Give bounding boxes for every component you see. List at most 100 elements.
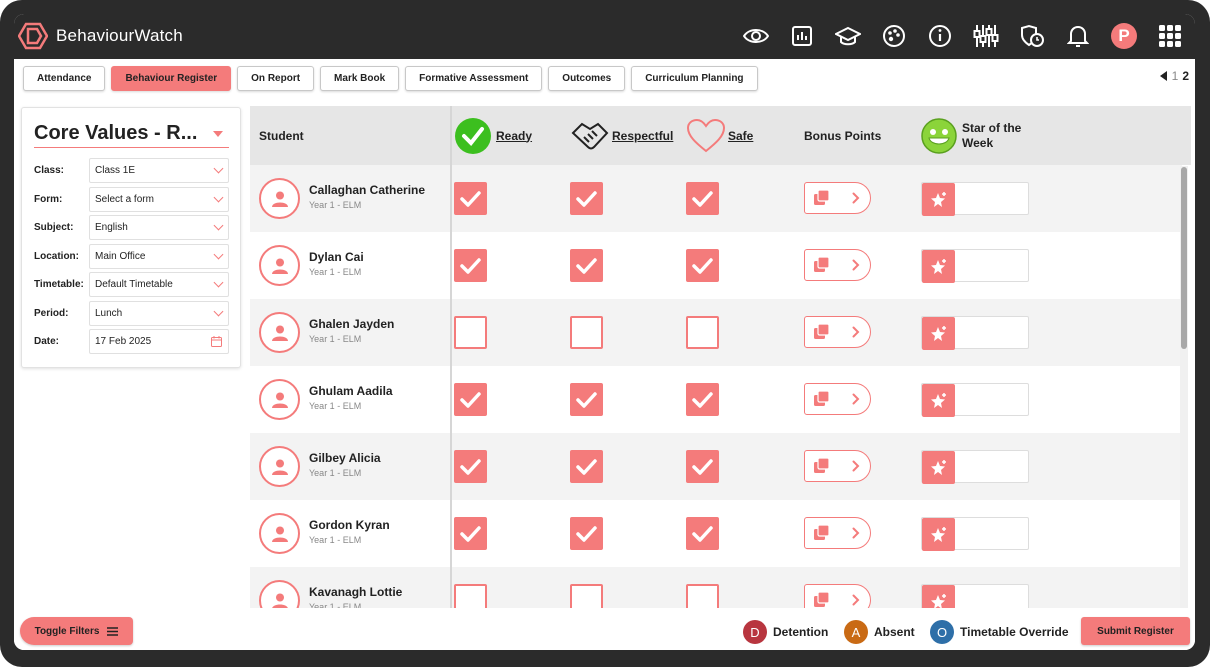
- safe-checkbox[interactable]: [686, 249, 719, 282]
- student-avatar[interactable]: [259, 513, 300, 554]
- date-select[interactable]: 17 Feb 2025: [89, 329, 229, 354]
- eye-icon[interactable]: [741, 20, 771, 52]
- tab-attendance[interactable]: Attendance: [23, 66, 106, 91]
- star-of-the-week-field[interactable]: [921, 450, 1029, 484]
- respectful-checkbox[interactable]: [570, 182, 603, 215]
- header-ready[interactable]: Ready: [454, 106, 532, 165]
- clock-shield-icon[interactable]: [1017, 20, 1047, 52]
- legend-absent: A Absent: [844, 620, 915, 644]
- bonus-points-button[interactable]: [804, 584, 871, 608]
- person-icon: [271, 325, 288, 341]
- safe-checkbox[interactable]: [686, 316, 719, 349]
- tab-curriculum-planning[interactable]: Curriculum Planning: [631, 66, 758, 91]
- info-icon[interactable]: [925, 20, 955, 52]
- star-of-the-week-field[interactable]: [921, 584, 1029, 608]
- respectful-checkbox[interactable]: [570, 517, 603, 550]
- ready-checkbox[interactable]: [454, 450, 487, 483]
- student-name[interactable]: Ghalen Jayden: [309, 317, 394, 331]
- bonus-points-button[interactable]: [804, 517, 871, 549]
- star-of-the-week-field[interactable]: [921, 316, 1029, 350]
- class-select[interactable]: Class 1E: [89, 158, 229, 183]
- header-safe[interactable]: Safe: [686, 106, 753, 165]
- star-of-the-week-button[interactable]: [922, 317, 955, 350]
- register-title: Core Values - R...: [34, 122, 198, 144]
- star-of-the-week-field[interactable]: [921, 383, 1029, 417]
- brand[interactable]: BehaviourWatch: [18, 22, 183, 50]
- sliders-icon[interactable]: [971, 20, 1001, 52]
- profile-avatar[interactable]: P: [1109, 20, 1139, 52]
- safe-checkbox[interactable]: [686, 517, 719, 550]
- respectful-checkbox[interactable]: [570, 584, 603, 608]
- scrollbar-thumb[interactable]: [1181, 167, 1187, 349]
- ready-checkbox[interactable]: [454, 182, 487, 215]
- app-grid-icon[interactable]: [1155, 20, 1185, 52]
- report-icon[interactable]: [787, 20, 817, 52]
- timetable-select[interactable]: Default Timetable: [89, 272, 229, 297]
- safe-checkbox[interactable]: [686, 584, 719, 608]
- bonus-points-button[interactable]: [804, 249, 871, 281]
- bonus-points-button[interactable]: [804, 316, 871, 348]
- student-avatar[interactable]: [259, 312, 300, 353]
- legend-badge: D: [743, 620, 767, 644]
- bonus-points-button[interactable]: [804, 383, 871, 415]
- ready-checkbox[interactable]: [454, 584, 487, 608]
- ready-checkbox[interactable]: [454, 517, 487, 550]
- form-select[interactable]: Select a form: [89, 186, 229, 212]
- star-of-the-week-button[interactable]: [922, 384, 955, 417]
- tab-outcomes[interactable]: Outcomes: [548, 66, 626, 91]
- student-name[interactable]: Kavanagh Lottie: [309, 585, 402, 599]
- respectful-checkbox[interactable]: [570, 450, 603, 483]
- star-of-the-week-button[interactable]: [922, 585, 955, 608]
- bonus-points-button[interactable]: [804, 182, 871, 214]
- tab-on-report[interactable]: On Report: [237, 66, 315, 91]
- safe-checkbox[interactable]: [686, 383, 719, 416]
- student-avatar[interactable]: [259, 379, 300, 420]
- star-of-the-week-field[interactable]: [921, 249, 1029, 283]
- student-name[interactable]: Gilbey Alicia: [309, 451, 381, 465]
- toggle-filters-button[interactable]: Toggle Filters: [20, 617, 133, 645]
- student-avatar[interactable]: [259, 178, 300, 219]
- student-name[interactable]: Ghulam Aadila: [309, 384, 393, 398]
- header-respectful-label: Respectful: [612, 128, 674, 143]
- star-of-the-week-button[interactable]: [922, 250, 955, 283]
- student-name[interactable]: Gordon Kyran: [309, 518, 390, 532]
- subject-select[interactable]: English: [89, 215, 229, 240]
- prev-page-icon[interactable]: [1159, 71, 1168, 81]
- bonus-points-button[interactable]: [804, 450, 871, 482]
- star-of-the-week-button[interactable]: [922, 183, 955, 216]
- student-avatar[interactable]: [259, 580, 300, 608]
- location-select[interactable]: Main Office: [89, 243, 229, 269]
- star-of-the-week-button[interactable]: [922, 518, 955, 551]
- ready-checkbox[interactable]: [454, 249, 487, 282]
- graduation-cap-icon[interactable]: [833, 20, 863, 52]
- tab-behaviour-register[interactable]: Behaviour Register: [111, 66, 232, 91]
- safe-checkbox[interactable]: [686, 182, 719, 215]
- student-avatar[interactable]: [259, 446, 300, 487]
- respectful-checkbox[interactable]: [570, 249, 603, 282]
- page-2-link[interactable]: 2: [1182, 69, 1189, 83]
- register-selector[interactable]: Core Values - R...: [34, 122, 229, 148]
- ready-checkbox[interactable]: [454, 383, 487, 416]
- tab-mark-book[interactable]: Mark Book: [320, 66, 400, 91]
- safe-checkbox[interactable]: [686, 450, 719, 483]
- student-name[interactable]: Dylan Cai: [309, 250, 364, 264]
- period-select[interactable]: Lunch: [89, 300, 229, 326]
- filter-value: Main Office: [95, 250, 146, 262]
- app-name: BehaviourWatch: [56, 26, 183, 45]
- student-avatar[interactable]: [259, 245, 300, 286]
- star-of-the-week-field[interactable]: [921, 182, 1029, 216]
- page-1-link[interactable]: 1: [1172, 69, 1179, 83]
- star-of-the-week-button[interactable]: [922, 451, 955, 484]
- check-icon: [576, 392, 597, 408]
- header-respectful[interactable]: Respectful: [570, 106, 673, 165]
- respectful-checkbox[interactable]: [570, 383, 603, 416]
- ready-checkbox[interactable]: [454, 316, 487, 349]
- student-name[interactable]: Callaghan Catherine: [309, 183, 425, 197]
- device-frame: BehaviourWatch P Attendance Behaviour Re…: [0, 0, 1210, 667]
- star-of-the-week-field[interactable]: [921, 517, 1029, 551]
- bell-icon[interactable]: [1063, 20, 1093, 52]
- submit-register-button[interactable]: Submit Register: [1081, 617, 1190, 645]
- respectful-checkbox[interactable]: [570, 316, 603, 349]
- tab-formative-assessment[interactable]: Formative Assessment: [405, 66, 543, 91]
- palette-icon[interactable]: [879, 20, 909, 52]
